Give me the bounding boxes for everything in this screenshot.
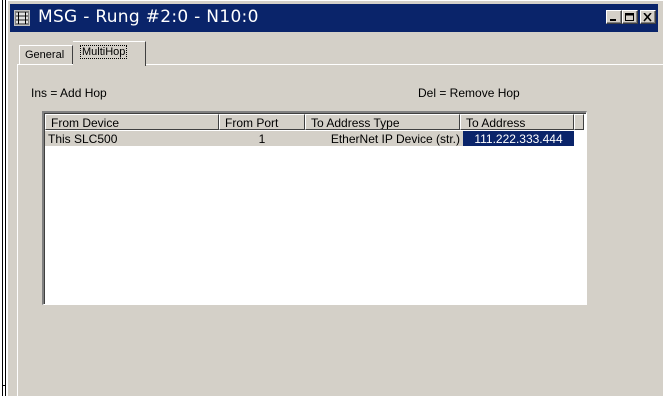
background-app-tick: [2, 385, 6, 386]
add-hop-hint: Ins = Add Hop: [31, 86, 107, 100]
tab-general[interactable]: General: [19, 45, 73, 64]
remove-hop-hint: Del = Remove Hop: [418, 86, 520, 100]
column-header-to-address-type[interactable]: To Address Type: [305, 114, 460, 130]
tab-multihop-label: MultiHop: [80, 45, 128, 59]
minimize-icon: [610, 19, 616, 21]
msg-dialog-window: MSG - Rung #2:0 - N10:0 General MultiHop…: [7, 0, 663, 399]
column-header-from-port[interactable]: From Port: [219, 114, 305, 130]
window-title: MSG - Rung #2:0 - N10:0: [38, 7, 259, 27]
cell-to-address[interactable]: 111.222.333.444: [463, 131, 574, 146]
cell-to-address-type[interactable]: EtherNet IP Device (str.): [305, 131, 463, 146]
close-icon: [643, 13, 652, 22]
background-app-border-inner: [5, 0, 6, 396]
cell-from-device[interactable]: This SLC500: [48, 131, 218, 146]
cell-from-port[interactable]: 1: [219, 131, 305, 146]
minimize-button[interactable]: [606, 10, 622, 24]
ladder-logic-icon: [14, 10, 30, 26]
tab-multihop[interactable]: MultiHop: [73, 41, 146, 66]
column-header-filler: [574, 114, 584, 130]
background-app-border: [2, 0, 3, 396]
column-header-from-device[interactable]: From Device: [45, 114, 219, 130]
maximize-icon: [625, 13, 634, 21]
maximize-button[interactable]: [622, 10, 638, 24]
title-bar[interactable]: MSG - Rung #2:0 - N10:0: [10, 4, 658, 32]
tab-general-label: General: [25, 49, 65, 61]
hop-list-view[interactable]: From Device From Port To Address Type To…: [42, 111, 587, 305]
column-header-to-address[interactable]: To Address: [460, 114, 574, 130]
close-button[interactable]: [640, 10, 656, 24]
